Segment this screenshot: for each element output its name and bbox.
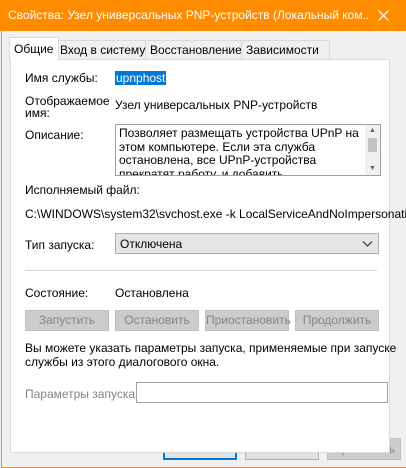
- window-title: Свойства: Узел универсальных PNP-устройс…: [8, 8, 368, 22]
- display-name-value[interactable]: Узел универсальных PNP-устройств: [115, 98, 317, 112]
- description-box[interactable]: Позволяет размещать устройства UPnP на э…: [115, 124, 381, 176]
- title-bar: Свойства: Узел универсальных PNP-устройс…: [0, 0, 406, 31]
- hint-line-2: службы из этого диалогового окна.: [25, 355, 220, 369]
- start-button[interactable]: Запустить: [25, 310, 109, 331]
- display-name-label-2: имя:: [25, 106, 50, 120]
- status-label: Состояние:: [25, 286, 89, 300]
- close-icon: [377, 10, 389, 21]
- tab-logon-label: Вход в систему: [60, 43, 146, 57]
- tab-general-label: Общие: [14, 42, 54, 56]
- tab-logon[interactable]: Вход в систему: [55, 40, 149, 60]
- description-text: Позволяет размещать устройства UPnP на э…: [119, 126, 359, 176]
- status-value: Остановлена: [115, 286, 189, 300]
- params-input[interactable]: [136, 382, 388, 403]
- chevron-down-icon: [362, 241, 373, 247]
- tab-recovery[interactable]: Восстановление: [145, 40, 245, 60]
- scroll-down-icon[interactable]: ▼: [365, 163, 380, 175]
- close-button[interactable]: [360, 0, 406, 31]
- description-scrollbar[interactable]: ▲ ▼: [365, 125, 380, 175]
- tab-recovery-label: Восстановление: [150, 43, 242, 57]
- scroll-up-icon[interactable]: ▲: [365, 125, 380, 137]
- startup-type-value: Отключена: [120, 237, 183, 251]
- tab-dependencies[interactable]: Зависимости: [241, 40, 330, 60]
- exe-label: Исполняемый файл:: [25, 183, 140, 197]
- divider: [25, 270, 377, 271]
- exe-path[interactable]: C:\WINDOWS\system32\svchost.exe -k Local…: [25, 207, 406, 221]
- resume-button[interactable]: Продолжить: [295, 310, 379, 331]
- scroll-thumb[interactable]: [368, 138, 377, 152]
- startup-type-label: Тип запуска:: [25, 238, 95, 252]
- params-label: Параметры запуска:: [25, 387, 139, 401]
- pause-button[interactable]: Приостановить: [205, 310, 291, 331]
- stop-button[interactable]: Остановить: [115, 310, 199, 331]
- service-name-value[interactable]: upnphost: [115, 71, 167, 85]
- description-label: Описание:: [25, 128, 84, 142]
- general-panel: Имя службы: upnphost Отображаемое имя: У…: [10, 59, 406, 453]
- service-name-label: Имя службы:: [25, 71, 98, 85]
- hint-line-1: Вы можете указать параметры запуска, при…: [25, 341, 397, 355]
- dialog-client: Общие Вход в систему Восстановление Зави…: [1, 31, 406, 468]
- tab-general[interactable]: Общие: [9, 37, 59, 61]
- tab-dependencies-label: Зависимости: [246, 43, 319, 57]
- startup-type-select[interactable]: Отключена: [115, 233, 379, 254]
